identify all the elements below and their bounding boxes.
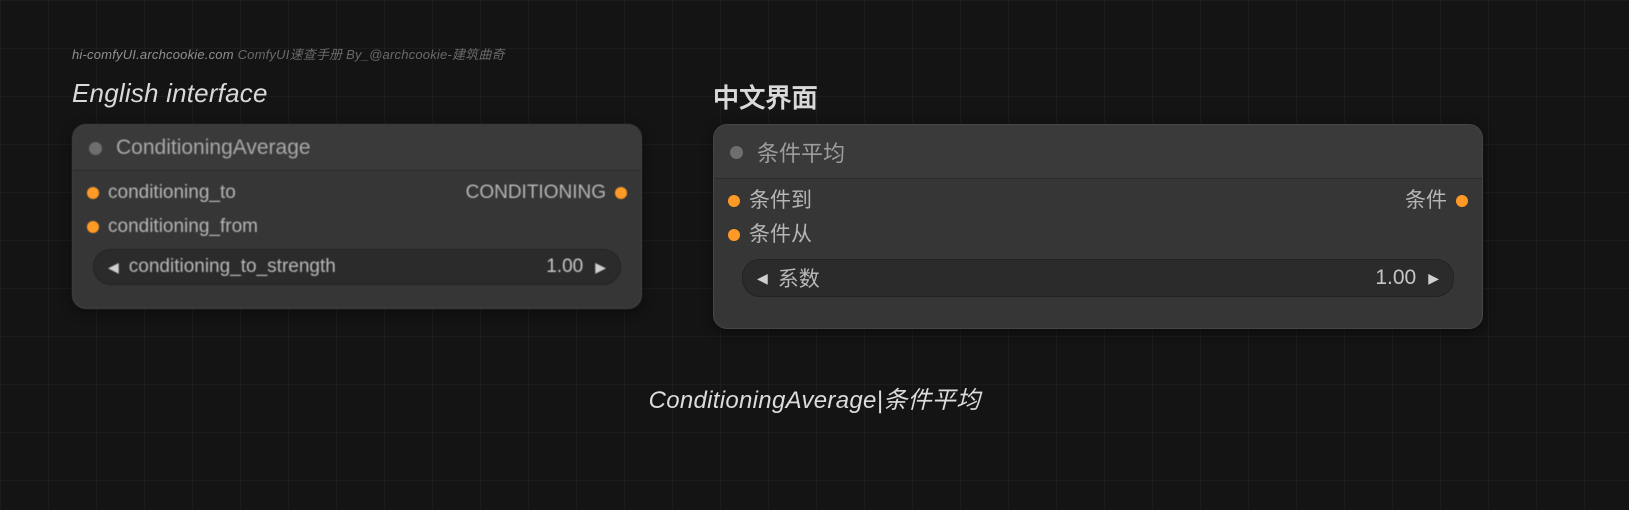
- node-status-dot-icon: [730, 146, 743, 159]
- watermark-rest: ComfyUI速查手册 By_@archcookie-建筑曲奇: [234, 47, 505, 62]
- node-conditioning-average-zh[interactable]: 条件平均 条件到 条件从 条件 ◀: [713, 124, 1483, 329]
- port-dot-icon[interactable]: [1456, 195, 1468, 207]
- port-dot-icon[interactable]: [728, 229, 740, 241]
- node-inputs: conditioning_to conditioning_from: [87, 179, 258, 241]
- port-label: 条件: [1405, 187, 1447, 215]
- widget-name: 系数: [772, 263, 820, 293]
- node-body: conditioning_to conditioning_from CONDIT…: [73, 171, 641, 297]
- node-inputs: 条件到 条件从: [728, 187, 812, 249]
- port-label: CONDITIONING: [466, 179, 606, 207]
- number-widget[interactable]: ◀ 系数 1.00 ▶: [742, 259, 1454, 297]
- node-body: 条件到 条件从 条件 ◀ 系数 1.00 ▶: [714, 179, 1482, 309]
- input-port[interactable]: 条件从: [728, 221, 812, 249]
- arrow-right-icon[interactable]: ▶: [591, 259, 610, 276]
- widget-value[interactable]: 1.00: [1375, 266, 1424, 290]
- port-label: 条件到: [749, 187, 812, 215]
- section-label-chinese: 中文界面: [713, 78, 818, 115]
- widget-name: conditioning_to_strength: [123, 256, 336, 278]
- node-title: ConditioningAverage: [116, 136, 311, 160]
- watermark-text: hi-comfyUI.archcookie.com ComfyUI速查手册 By…: [72, 44, 505, 63]
- arrow-left-icon[interactable]: ◀: [104, 259, 123, 276]
- output-port[interactable]: CONDITIONING: [466, 179, 627, 207]
- widget-value[interactable]: 1.00: [546, 256, 591, 278]
- node-header[interactable]: 条件平均: [714, 125, 1482, 179]
- number-widget[interactable]: ◀ conditioning_to_strength 1.00 ▶: [93, 249, 621, 285]
- input-port[interactable]: conditioning_from: [87, 213, 258, 241]
- port-label: conditioning_to: [108, 179, 236, 207]
- output-port[interactable]: 条件: [1405, 187, 1468, 215]
- node-title: 条件平均: [757, 136, 845, 168]
- port-dot-icon[interactable]: [728, 195, 740, 207]
- port-label: conditioning_from: [108, 213, 258, 241]
- node-io-row: conditioning_to conditioning_from CONDIT…: [73, 179, 641, 241]
- node-header[interactable]: ConditioningAverage: [73, 125, 641, 171]
- section-label-english: English interface: [72, 78, 268, 109]
- port-label: 条件从: [749, 221, 812, 249]
- port-dot-icon[interactable]: [87, 221, 99, 233]
- node-conditioning-average-en[interactable]: ConditioningAverage conditioning_to cond…: [72, 124, 642, 309]
- node-outputs: 条件: [1405, 187, 1468, 215]
- port-dot-icon[interactable]: [615, 187, 627, 199]
- arrow-left-icon[interactable]: ◀: [753, 270, 772, 287]
- arrow-right-icon[interactable]: ▶: [1424, 270, 1443, 287]
- node-status-dot-icon: [89, 142, 102, 155]
- bottom-caption: ConditioningAverage|条件平均: [0, 380, 1629, 415]
- input-port[interactable]: 条件到: [728, 187, 812, 215]
- widget-wrap: ◀ conditioning_to_strength 1.00 ▶: [73, 241, 641, 285]
- widget-wrap: ◀ 系数 1.00 ▶: [714, 249, 1482, 297]
- node-io-row: 条件到 条件从 条件: [714, 187, 1482, 249]
- port-dot-icon[interactable]: [87, 187, 99, 199]
- watermark-site: hi-comfyUI.archcookie.com: [72, 47, 234, 62]
- node-outputs: CONDITIONING: [466, 179, 627, 207]
- input-port[interactable]: conditioning_to: [87, 179, 258, 207]
